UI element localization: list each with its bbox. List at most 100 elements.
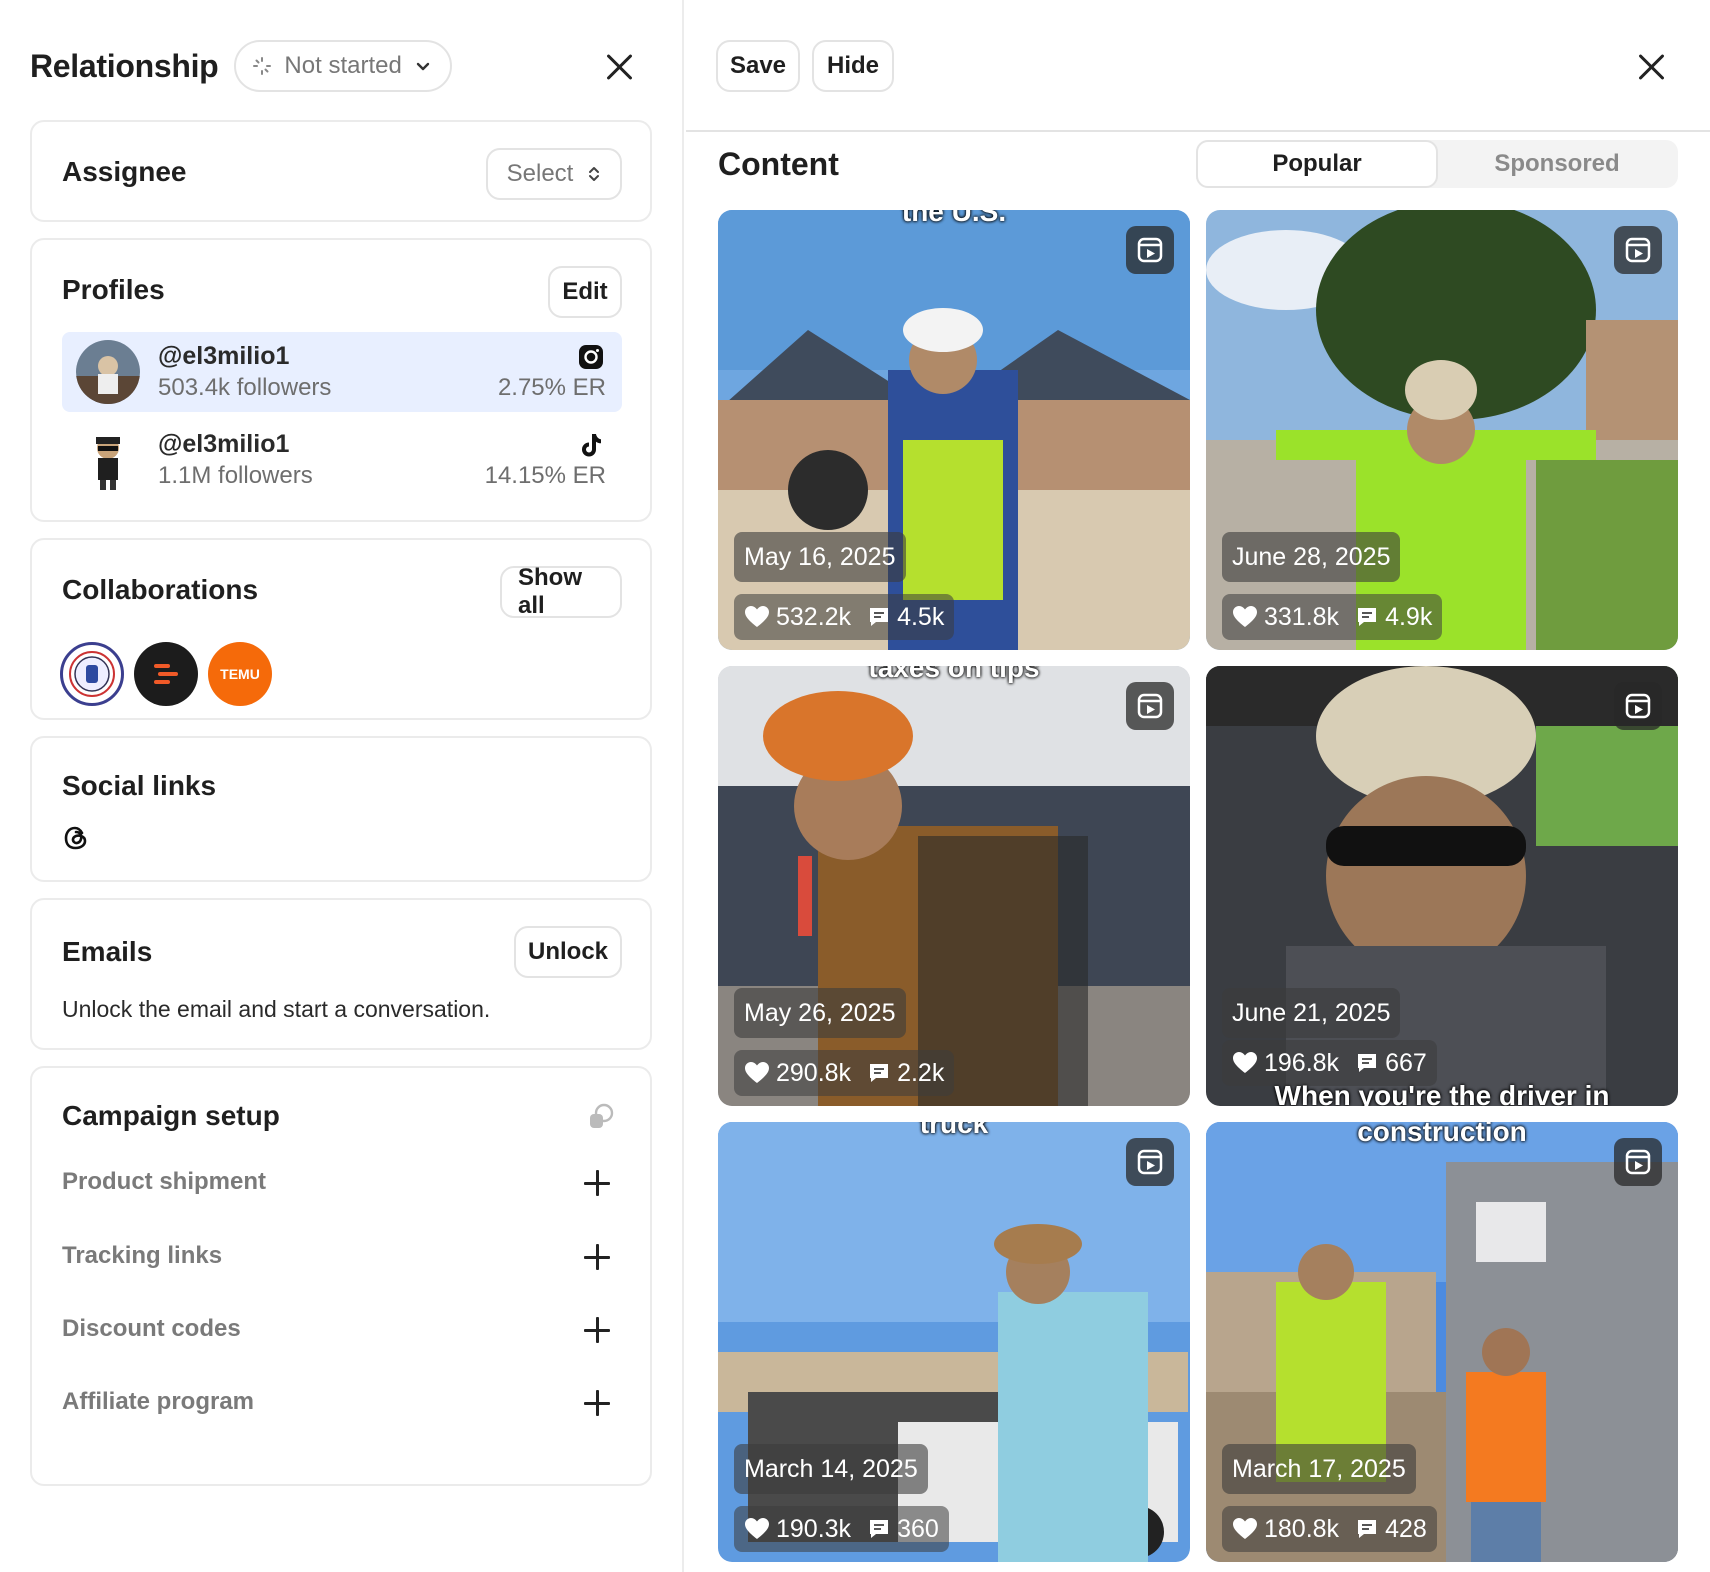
tab-sponsored[interactable]: Sponsored [1436, 140, 1678, 188]
profile-row-tiktok[interactable]: @el3milio1 1.1M followers 14.15% ER [62, 420, 622, 500]
comment-icon [870, 1520, 889, 1538]
content-tabs: Popular Sponsored [1196, 140, 1678, 188]
setup-label: Affiliate program [62, 1388, 255, 1415]
post-likes: 532.2k [776, 602, 852, 631]
post-comments: 428 [1385, 1514, 1427, 1543]
heart-icon [1233, 606, 1257, 627]
assignee-select[interactable]: Select [486, 148, 622, 200]
post-tile[interactable]: the U.S. May 16, 2025 532.2k 4.5k [718, 210, 1190, 650]
plus-icon[interactable] [584, 1170, 610, 1196]
collab-logo-temu[interactable]: TEMU [208, 642, 272, 706]
post-thumbnail [718, 666, 1190, 1106]
post-caption: the U.S. [901, 210, 1007, 227]
edit-profiles-button[interactable]: Edit [548, 266, 622, 318]
chevron-down-icon [416, 62, 430, 71]
post-stats: 532.2k 4.5k [734, 594, 955, 640]
post-stats: 290.8k 2.2k [734, 1050, 955, 1096]
emails-card: Emails Unlock Unlock the email and start… [30, 898, 652, 1050]
profiles-title: Profiles [62, 274, 165, 305]
setup-label: Tracking links [62, 1242, 223, 1269]
setup-tracking-links[interactable]: Tracking links [62, 1238, 620, 1278]
post-likes: 331.8k [1264, 602, 1340, 631]
reel-icon [1614, 1138, 1662, 1186]
profile-followers: 1.1M followers [158, 462, 313, 489]
comment-icon [1358, 1054, 1377, 1072]
temu-logo-text: TEMU [220, 666, 260, 682]
copy-icon[interactable] [586, 1102, 616, 1132]
reel-icon [1614, 226, 1662, 274]
post-tile[interactable]: June 28, 2025 331.8k 4.9k [1206, 210, 1678, 650]
setup-discount-codes[interactable]: Discount codes [62, 1311, 620, 1351]
unlock-button[interactable]: Unlock [514, 926, 622, 978]
post-thumbnail [1206, 1122, 1678, 1562]
post-tile[interactable]: truck March 14, 2025 190.3k 360 [718, 1122, 1190, 1562]
close-icon[interactable] [602, 48, 638, 84]
relationship-title: Relationship [30, 47, 219, 84]
content-title: Content [718, 146, 839, 182]
post-likes: 180.8k [1264, 1514, 1340, 1543]
setup-affiliate-program[interactable]: Affiliate program [62, 1384, 620, 1424]
updown-chevron-icon [589, 167, 600, 181]
status-label: Not started [284, 52, 402, 79]
post-comments: 2.2k [897, 1058, 945, 1087]
reel-icon [1126, 226, 1174, 274]
emails-description: Unlock the email and start a conversatio… [62, 996, 491, 1022]
comment-icon [1358, 608, 1377, 626]
collab-logo-seal[interactable] [60, 642, 124, 706]
post-stats: 180.8k 428 [1222, 1506, 1437, 1552]
loading-icon [253, 57, 272, 75]
heart-icon [745, 1518, 769, 1539]
assignee-card: Assignee Select [30, 120, 652, 222]
close-icon[interactable] [1634, 48, 1670, 84]
collab-logo-dark[interactable] [134, 642, 198, 706]
relationship-panel: Relationship Not started Assignee Select… [0, 0, 684, 1572]
post-stats: 331.8k 4.9k [1222, 594, 1443, 640]
reel-icon [1126, 1138, 1174, 1186]
post-likes: 190.3k [776, 1514, 852, 1543]
profile-row-instagram[interactable]: @el3milio1 503.4k followers 2.75% ER [62, 332, 622, 412]
heart-icon [745, 606, 769, 627]
profile-followers: 503.4k followers [158, 374, 332, 401]
post-comments: 4.5k [897, 602, 945, 631]
comment-icon [1358, 1520, 1377, 1538]
post-stats: 196.8k 667 [1222, 1040, 1437, 1086]
avatar [76, 340, 140, 404]
plus-icon[interactable] [584, 1244, 610, 1270]
post-thumbnail [718, 210, 1190, 650]
post-date: March 14, 2025 [734, 1444, 928, 1494]
content-toolbar: Save Hide [686, 0, 1710, 132]
setup-label: Discount codes [62, 1315, 241, 1342]
post-comments: 360 [897, 1514, 939, 1543]
hide-button[interactable]: Hide [812, 40, 894, 92]
post-comments: 4.9k [1385, 602, 1433, 631]
social-links-title: Social links [62, 770, 217, 801]
save-button[interactable]: Save [716, 40, 800, 92]
tab-popular[interactable]: Popular [1196, 140, 1438, 188]
heart-icon [1233, 1052, 1257, 1073]
assignee-title: Assignee [62, 156, 187, 187]
heart-icon [745, 1062, 769, 1083]
post-tile[interactable]: construction March 17, 2025 180.8k 428 [1206, 1122, 1678, 1562]
threads-icon[interactable] [62, 824, 90, 852]
post-caption: construction [1357, 1122, 1527, 1147]
post-comments: 667 [1385, 1048, 1427, 1077]
profile-er: 14.15% ER [484, 462, 606, 489]
post-stats: 190.3k 360 [734, 1506, 949, 1552]
status-dropdown[interactable]: Not started [234, 40, 452, 92]
content-panel: Save Hide Content Popular Sponsored the … [686, 0, 1710, 1572]
profile-handle: @el3milio1 [158, 342, 290, 370]
campaign-setup-title: Campaign setup [62, 1100, 280, 1131]
collaborations-card: Collaborations Show all TEMU [30, 538, 652, 720]
post-tile[interactable]: taxes on tips May 26, 2025 290.8k 2.2k [718, 666, 1190, 1106]
setup-product-shipment[interactable]: Product shipment [62, 1164, 620, 1204]
post-thumbnail [1206, 210, 1678, 650]
post-tile[interactable]: When you're the driver in June 21, 2025 … [1206, 666, 1678, 1106]
plus-icon[interactable] [584, 1390, 610, 1416]
emails-title: Emails [62, 936, 153, 967]
show-all-button[interactable]: Show all [500, 564, 622, 619]
reel-icon [1614, 682, 1662, 730]
post-date: March 17, 2025 [1222, 1444, 1416, 1494]
plus-icon[interactable] [584, 1317, 610, 1343]
relationship-header: Relationship Not started [30, 40, 652, 92]
post-date: June 21, 2025 [1222, 988, 1401, 1038]
